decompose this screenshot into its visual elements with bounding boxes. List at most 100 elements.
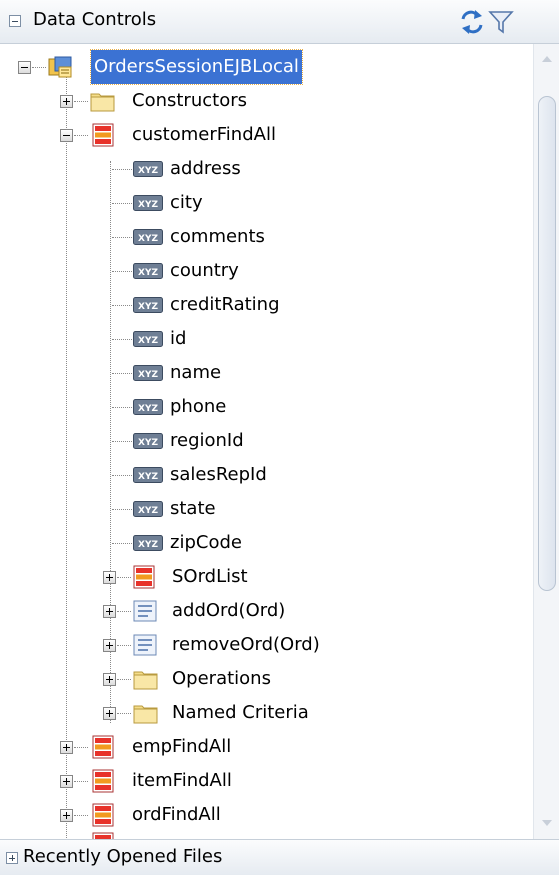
tree-connector [112, 373, 132, 374]
attribute-icon: XYZ [133, 331, 163, 347]
expand-toggle[interactable] [60, 95, 73, 108]
tree-attribute-creditrating[interactable]: XYZ creditRating [0, 288, 533, 322]
folder-icon [133, 705, 158, 724]
tree-attribute-address[interactable]: XYZ address [0, 152, 533, 186]
svg-text:XYZ: XYZ [138, 336, 158, 346]
tree-connector [112, 305, 132, 306]
expand-toggle[interactable] [60, 775, 73, 788]
attribute-icon: XYZ [133, 161, 163, 177]
tree-node-partial [0, 832, 533, 839]
tree-node-label: regionId [170, 430, 244, 451]
svg-text:XYZ: XYZ [138, 268, 158, 278]
collapse-panel-toggle[interactable] [9, 15, 21, 27]
scroll-down-arrow-icon[interactable] [540, 816, 554, 830]
tree-node-label: OrdersSessionEJBLocal [90, 49, 303, 85]
tree-attribute-salesrepid[interactable]: XYZ salesRepId [0, 458, 533, 492]
filter-icon[interactable] [487, 8, 515, 36]
tree-node-label: comments [170, 226, 265, 247]
tree-attribute-comments[interactable]: XYZ comments [0, 220, 533, 254]
svg-text:XYZ: XYZ [138, 302, 158, 312]
tree-connector [112, 441, 132, 442]
folder-icon [133, 671, 158, 690]
collection-icon [92, 803, 114, 827]
tree-node-ordfindall[interactable]: ordFindAll [0, 798, 533, 832]
tree-node-named-criteria[interactable]: Named Criteria [0, 696, 533, 730]
tree-connector [117, 679, 131, 680]
tree-node-label: country [170, 260, 239, 281]
tree-node-customerfindall[interactable]: customerFindAll [0, 118, 533, 152]
expand-toggle[interactable] [103, 605, 116, 618]
tree-node-label: Named Criteria [172, 702, 309, 723]
tree-attribute-zipcode[interactable]: XYZ zipCode [0, 526, 533, 560]
tree-connector [32, 67, 46, 68]
expand-toggle[interactable] [60, 809, 73, 822]
expand-toggle[interactable] [103, 571, 116, 584]
refresh-icon[interactable] [458, 8, 486, 36]
collapse-toggle[interactable] [60, 129, 73, 142]
tree-node-constructors[interactable]: Constructors [0, 84, 533, 118]
tree-connector [112, 169, 132, 170]
svg-text:XYZ: XYZ [138, 540, 158, 550]
expand-toggle[interactable] [103, 639, 116, 652]
tree-connector [112, 271, 132, 272]
tree-connector [74, 815, 88, 816]
vertical-scrollbar[interactable] [533, 44, 559, 839]
attribute-icon: XYZ [133, 535, 163, 551]
tree-node-addord[interactable]: addOrd(Ord) [0, 594, 533, 628]
tree-node-label: empFindAll [132, 736, 232, 757]
tree-connector [112, 407, 132, 408]
tree-attribute-state[interactable]: XYZ state [0, 492, 533, 526]
tree-node-operations[interactable]: Operations [0, 662, 533, 696]
tree-node-label: zipCode [170, 532, 242, 553]
tree-connector [117, 577, 131, 578]
svg-text:XYZ: XYZ [138, 166, 158, 176]
method-icon [133, 634, 157, 656]
tree-attribute-country[interactable]: XYZ country [0, 254, 533, 288]
attribute-icon: XYZ [133, 399, 163, 415]
panel-title: Data Controls [33, 9, 157, 30]
svg-text:XYZ: XYZ [138, 506, 158, 516]
tree-attribute-name[interactable]: XYZ name [0, 356, 533, 390]
tree-connector [74, 747, 88, 748]
expand-panel-toggle[interactable] [6, 852, 18, 864]
tree-connector [74, 781, 88, 782]
tree-node-removeord[interactable]: removeOrd(Ord) [0, 628, 533, 662]
tree-attribute-phone[interactable]: XYZ phone [0, 390, 533, 424]
svg-text:XYZ: XYZ [138, 370, 158, 380]
tree-node-label: Constructors [132, 90, 247, 111]
attribute-icon: XYZ [133, 297, 163, 313]
attribute-icon: XYZ [133, 467, 163, 483]
tree-node-label: itemFindAll [132, 770, 232, 791]
tree-node-itemfindall[interactable]: itemFindAll [0, 764, 533, 798]
attribute-icon: XYZ [133, 365, 163, 381]
scroll-up-arrow-icon[interactable] [540, 52, 554, 66]
tree-node-label: name [170, 362, 222, 383]
tree-node-label: address [170, 158, 241, 179]
tree-node-label: salesRepId [170, 464, 267, 485]
collection-icon [92, 769, 114, 793]
tree-connector [112, 339, 132, 340]
tree-attribute-regionid[interactable]: XYZ regionId [0, 424, 533, 458]
scrollbar-thumb[interactable] [538, 96, 556, 591]
tree-connector [112, 543, 132, 544]
data-controls-tree: OrdersSessionEJBLocal Constructors custo… [0, 44, 533, 839]
tree-node-empfindall[interactable]: empFindAll [0, 730, 533, 764]
attribute-icon: XYZ [133, 433, 163, 449]
tree-node-sordlist[interactable]: SOrdList [0, 560, 533, 594]
tree-connector [74, 101, 88, 102]
folder-icon [90, 93, 115, 112]
expand-toggle[interactable] [103, 707, 116, 720]
tree-node-label: addOrd(Ord) [172, 600, 286, 621]
tree-attribute-id[interactable]: XYZ id [0, 322, 533, 356]
collection-icon [92, 735, 114, 759]
tree-node-label: state [170, 498, 216, 519]
collapse-toggle[interactable] [18, 61, 31, 74]
tree-node-label: Operations [172, 668, 271, 689]
expand-toggle[interactable] [60, 741, 73, 754]
data-control-bean-icon [48, 56, 72, 78]
svg-text:XYZ: XYZ [138, 200, 158, 210]
tree-attribute-city[interactable]: XYZ city [0, 186, 533, 220]
expand-toggle[interactable] [103, 673, 116, 686]
tree-node-root[interactable]: OrdersSessionEJBLocal [0, 49, 533, 85]
recently-opened-files-header[interactable]: Recently Opened Files [0, 839, 559, 875]
